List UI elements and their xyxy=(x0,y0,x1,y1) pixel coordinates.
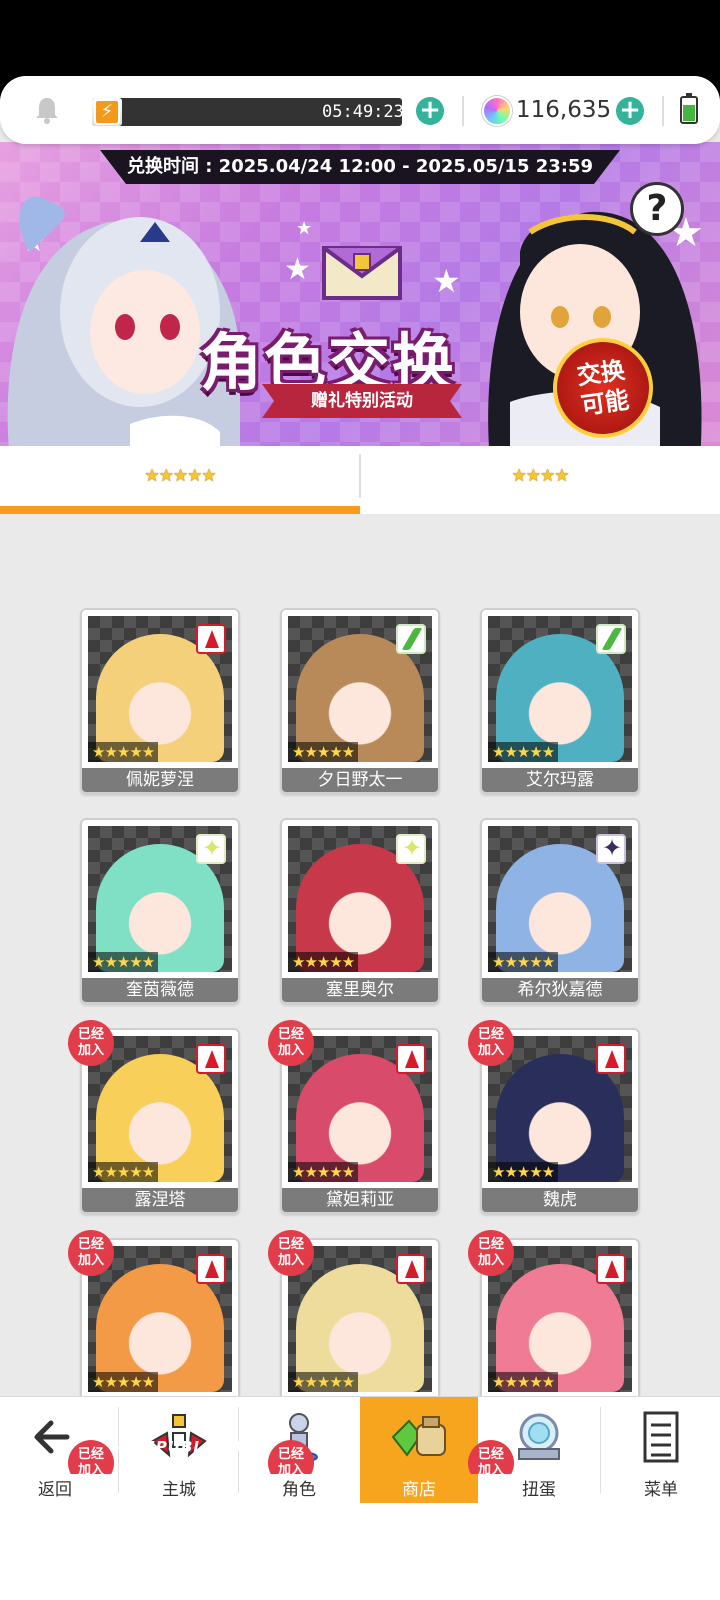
rarity-tabs: ★★★★★ ★★★★ xyxy=(0,446,720,514)
dark-attribute-icon xyxy=(596,834,626,864)
bottom-navigation: 返回 主城 角色 商店 扭蛋 菜单 xyxy=(0,1396,720,1600)
rarity-stars: ★★★★★ xyxy=(288,1372,359,1392)
character-card[interactable]: ★★★★★ 佩妮萝涅 xyxy=(80,608,240,794)
divider xyxy=(662,96,664,126)
red-attribute-icon xyxy=(196,1254,226,1284)
character-name: 露涅塔 xyxy=(82,1188,238,1212)
game-screen: ⚡ 12 /125 05:49:23 + 116,635 + ★ ★ ★ ★ ★… xyxy=(0,76,720,1600)
banner-subtitle: 赠礼特别活动 xyxy=(262,384,462,418)
character-card[interactable]: ★★★★★ 艾尔玛露 xyxy=(480,608,640,794)
rarity-stars: ★★★★★ xyxy=(488,1372,559,1392)
red-attribute-icon xyxy=(196,624,226,654)
character-portrait xyxy=(488,826,632,972)
green-attribute-icon xyxy=(596,624,626,654)
bell-icon[interactable] xyxy=(34,96,60,124)
nav-label: 菜单 xyxy=(644,1480,678,1500)
rarity-stars: ★★★★★ xyxy=(88,1162,159,1182)
character-name: 奎茵薇德 xyxy=(82,978,238,1002)
rarity-stars: ★★★★★ xyxy=(488,742,559,762)
character-grid: ★★★★★佩妮萝涅★★★★★夕日野太一★★★★★艾尔玛露★★★★★奎茵薇德★★★… xyxy=(0,514,720,1474)
event-banner: ★ ★ ★ ★ ★ ★ 兑换时间 : 2025.04/24 12:00 - 20… xyxy=(0,142,720,446)
red-attribute-icon xyxy=(196,1044,226,1074)
tab-four-star[interactable]: ★★★★ xyxy=(360,446,720,514)
character-portrait xyxy=(88,616,232,762)
rog-text: REPUBLIC OF GAMERS xyxy=(132,1438,254,1476)
rarity-stars: ★★★★★ xyxy=(288,742,359,762)
status-bar: ⚡ 12 /125 05:49:23 + 116,635 + xyxy=(0,76,720,144)
rarity-stars: ★★★★★ xyxy=(88,952,159,972)
red-attribute-icon xyxy=(396,1044,426,1074)
character-card[interactable]: ★★★★★ 奎茵薇德 xyxy=(80,818,240,1004)
character-portrait xyxy=(288,616,432,762)
red-attribute-icon xyxy=(596,1044,626,1074)
character-name: 艾尔玛露 xyxy=(482,768,638,792)
star-icon: ★ xyxy=(296,218,313,239)
battery-icon xyxy=(680,93,698,124)
character-name: 黛妲莉亚 xyxy=(282,1188,438,1212)
character-portrait xyxy=(88,826,232,972)
stamina-bolt-icon: ⚡ xyxy=(94,99,120,125)
light-attribute-icon xyxy=(396,834,426,864)
nav-label: 商店 xyxy=(402,1480,436,1500)
exchange-period: 兑换时间 : 2025.04/24 12:00 - 2025.05/15 23:… xyxy=(100,150,620,184)
green-attribute-icon xyxy=(396,624,426,654)
nav-label: 扭蛋 xyxy=(522,1480,556,1500)
character-name: 魏虎 xyxy=(482,1188,638,1212)
tab-five-star[interactable]: ★★★★★ xyxy=(0,446,360,514)
joined-badge: 已经 加入 xyxy=(468,1020,514,1066)
stamina-current: 12 xyxy=(124,98,154,124)
character-card[interactable]: ★★★★★ 黛妲莉亚 已经 加入 xyxy=(268,1020,440,1214)
character-name: 希尔狄嘉德 xyxy=(482,978,638,1002)
character-card[interactable]: ★★★★★ 希尔狄嘉德 xyxy=(480,818,640,1004)
gem-count: 116,635 xyxy=(516,97,612,123)
rarity-stars: ★★★★★ xyxy=(288,1162,359,1182)
rarity-stars: ★★★★★ xyxy=(488,1162,559,1182)
rarity-stars: ★★★★★ xyxy=(488,952,559,972)
active-tab-indicator xyxy=(0,506,360,514)
joined-badge: 已经 加入 xyxy=(68,1020,114,1066)
stamina-max: /125 xyxy=(162,102,201,122)
help-button[interactable]: ? xyxy=(630,182,684,236)
rarity-stars: ★★★★★ xyxy=(288,952,359,972)
rarity-stars: ★★★★★ xyxy=(88,1372,159,1392)
character-card[interactable]: ★★★★★ 魏虎 已经 加入 xyxy=(468,1020,640,1214)
joined-badge: 已经 加入 xyxy=(68,1230,114,1276)
rog-text-line1: REPUBLIC OF xyxy=(132,1438,254,1456)
divider xyxy=(462,96,464,126)
rarity-stars: ★★★★★ xyxy=(88,742,159,762)
add-gems-button[interactable]: + xyxy=(616,97,644,125)
character-portrait xyxy=(488,616,632,762)
gem-icon xyxy=(482,96,512,126)
red-attribute-icon xyxy=(596,1254,626,1284)
menu-list-icon xyxy=(643,1411,679,1463)
character-name: 夕日野太一 xyxy=(282,768,438,792)
joined-badge: 已经 加入 xyxy=(268,1020,314,1066)
character-name: 佩妮萝涅 xyxy=(82,768,238,792)
character-card[interactable]: ★★★★★ 露涅塔 已经 加入 xyxy=(68,1020,240,1214)
rog-text-line2: GAMERS xyxy=(132,1457,210,1475)
add-stamina-button[interactable]: + xyxy=(416,97,444,125)
red-attribute-icon xyxy=(396,1254,426,1284)
shop-icon xyxy=(391,1416,446,1457)
nav-menu[interactable]: 菜单 xyxy=(602,1397,720,1503)
character-card[interactable]: ★★★★★ 夕日野太一 xyxy=(280,608,440,794)
character-card[interactable]: ★★★★★ 塞里奥尔 xyxy=(280,818,440,1004)
character-art-left xyxy=(7,196,240,446)
tab-label: ★★★★★ xyxy=(144,466,216,486)
gacha-icon xyxy=(518,1413,560,1460)
nav-shop[interactable]: 商店 xyxy=(360,1397,478,1503)
tab-label: ★★★★ xyxy=(511,466,570,486)
joined-badge: 已经 加入 xyxy=(468,1230,514,1276)
light-attribute-icon xyxy=(196,834,226,864)
character-portrait xyxy=(288,826,432,972)
letter-envelope-icon xyxy=(322,246,402,300)
nav-divider xyxy=(600,1407,601,1493)
star-icon: ★ xyxy=(284,252,311,287)
joined-badge: 已经 加入 xyxy=(268,1230,314,1276)
stamina-timer: 05:49:23 xyxy=(322,102,404,122)
character-name: 塞里奥尔 xyxy=(282,978,438,1002)
